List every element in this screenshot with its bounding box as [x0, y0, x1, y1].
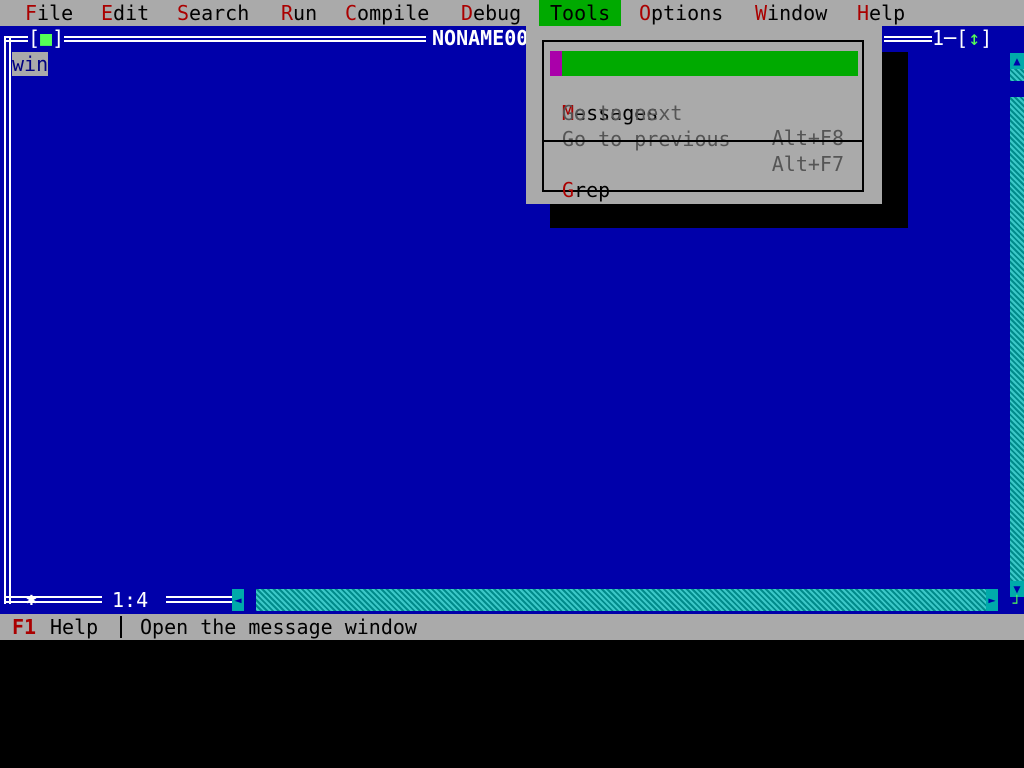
close-icon: ■ [40, 26, 53, 50]
menu-file[interactable]: File [14, 0, 84, 26]
bracket: ] [52, 26, 65, 50]
menu-label: ools [562, 1, 611, 25]
move-marker-icon: ✱ [26, 589, 37, 610]
menu-hotkey: R [281, 1, 294, 25]
menu-hotkey: F [25, 1, 38, 25]
menu-item-label: Grep [562, 178, 611, 202]
menu-label: ile [37, 1, 74, 25]
menu-item-go-to-previous[interactable]: Go to previous Alt+F7 [550, 102, 858, 176]
menu-edit[interactable]: Edit [90, 0, 160, 26]
menu-label: ptions [651, 1, 724, 25]
scroll-right-icon[interactable]: ► [986, 589, 998, 611]
selection-marker [550, 51, 562, 76]
menu-item-shortcut: Alt+F8 [771, 126, 844, 150]
menu-window[interactable]: Window [744, 0, 838, 26]
window-frame-bottom [4, 596, 102, 603]
window-frame-bottom-mid [166, 596, 232, 603]
bracket: [ [956, 26, 969, 50]
menu-hotkey: W [755, 1, 768, 25]
resize-corner-icon[interactable]: ┘ [1010, 597, 1024, 611]
menu-search[interactable]: Search [166, 0, 260, 26]
menu-label: earch [189, 1, 250, 25]
menu-hotkey: S [177, 1, 190, 25]
menu-label: elp [869, 1, 906, 25]
scroll-thumb-vertical[interactable]: ■ [1010, 81, 1024, 97]
menu-hotkey: H [857, 1, 870, 25]
status-help-label[interactable]: Help [50, 614, 98, 640]
status-bar: F1 Help Open the message window [0, 614, 1024, 640]
status-message: Open the message window [140, 615, 417, 639]
menu-label: un [293, 1, 318, 25]
scroll-thumb-horizontal[interactable]: ■ [244, 589, 256, 611]
window-close-button[interactable]: [■] [28, 26, 65, 50]
menu-hotkey: E [101, 1, 114, 25]
window-number: 1 [932, 26, 945, 50]
horizontal-scrollbar[interactable]: ◄ ■ ► [232, 589, 998, 611]
menu-item-grep[interactable]: Grep Shift+F2 [550, 153, 858, 227]
scroll-up-icon[interactable]: ▲ [1010, 53, 1024, 69]
menu-debug[interactable]: Debug [450, 0, 532, 26]
window-frame-top [6, 36, 426, 42]
window-number-zoom[interactable]: 1─[↕] [932, 26, 993, 50]
window-frame-left [4, 36, 11, 604]
menu-label: dit [113, 1, 150, 25]
menu-item-messages[interactable]: Messages [550, 51, 858, 125]
bracket: [ [28, 26, 41, 50]
bracket: ] [980, 26, 993, 50]
menu-compile[interactable]: Compile [334, 0, 440, 26]
menu-tools[interactable]: Tools [539, 0, 622, 26]
menu-run[interactable]: Run [270, 0, 328, 26]
editor-text-selection[interactable]: win [12, 52, 49, 76]
menu-hotkey: D [461, 1, 474, 25]
window-frame-top-right [884, 36, 932, 42]
menu-help[interactable]: Help [846, 0, 916, 26]
status-help-key[interactable]: F1 [12, 614, 36, 640]
scroll-down-icon[interactable]: ▼ [1010, 581, 1024, 597]
scroll-left-icon[interactable]: ◄ [232, 589, 244, 611]
cursor-position: 1:4 [106, 588, 155, 612]
menu-hotkey: O [639, 1, 652, 25]
menu-hotkey: T [550, 1, 563, 25]
menu-label: indow [767, 1, 828, 25]
zoom-icon[interactable]: ↕ [968, 26, 980, 50]
menu-item-go-to-next[interactable]: Go to next Alt+F8 [550, 76, 858, 150]
menu-item-shortcut: Shift+F2 [747, 203, 844, 227]
menu-separator [542, 140, 864, 142]
menu-label: ebug [473, 1, 522, 25]
status-divider [120, 616, 122, 638]
menu-bar: File Edit Search Run Compile Debug Tools… [0, 0, 1024, 26]
menu-hotkey: C [345, 1, 358, 25]
tools-dropdown-menu: Messages Go to next Alt+F8 Go to previou… [526, 26, 882, 227]
menu-label: ompile [357, 1, 430, 25]
vertical-scrollbar[interactable]: ▲ ■ ▼ [1010, 53, 1024, 597]
menu-options[interactable]: Options [628, 0, 734, 26]
